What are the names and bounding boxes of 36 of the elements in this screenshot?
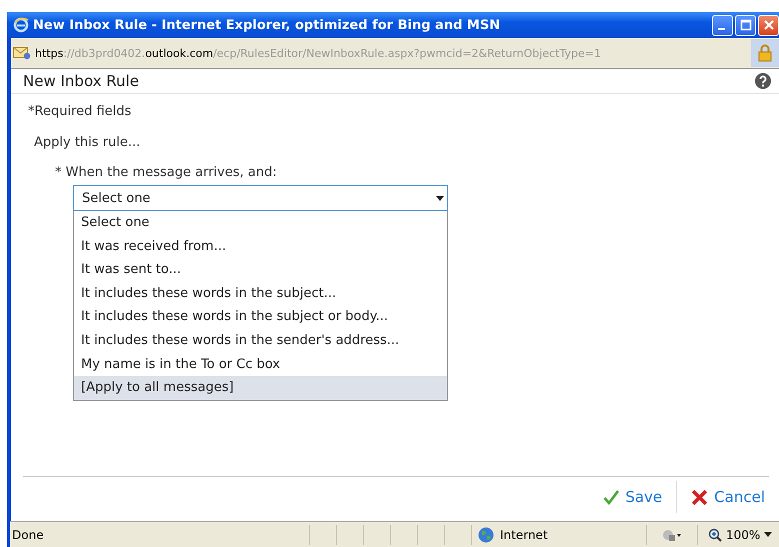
caret-icon bbox=[764, 532, 772, 537]
zoom-button[interactable]: 100% bbox=[697, 524, 772, 544]
padlock-icon bbox=[758, 44, 772, 62]
cross-icon bbox=[691, 488, 708, 506]
dropdown-option[interactable]: Select one bbox=[74, 211, 447, 235]
globe-icon bbox=[478, 526, 494, 542]
caret-icon bbox=[436, 196, 444, 200]
dropdown-option[interactable]: [Apply to all messages] bbox=[74, 376, 447, 400]
section-label: Apply this rule... bbox=[33, 135, 142, 152]
envelope-icon bbox=[13, 46, 31, 60]
maximize-icon bbox=[740, 19, 752, 31]
dropdown-option[interactable]: It was received from... bbox=[74, 234, 447, 258]
cancel-button[interactable]: Cancel bbox=[687, 486, 769, 508]
help-icon[interactable] bbox=[755, 73, 771, 89]
maximize-button[interactable] bbox=[735, 14, 756, 36]
close-button[interactable] bbox=[758, 14, 779, 36]
minimize-button[interactable] bbox=[712, 14, 733, 36]
dropdown-option[interactable]: It was sent to... bbox=[74, 258, 447, 282]
window-title: New Inbox Rule - Internet Explorer, optimized for Bing and MSN bbox=[33, 18, 502, 32]
dropdown-option[interactable]: It includes these words in the subject... bbox=[74, 282, 447, 306]
dropdown-option[interactable]: My name is in the To or Cc box bbox=[74, 352, 447, 376]
save-button[interactable]: Save bbox=[599, 486, 666, 508]
condition-dropdown[interactable]: Select one bbox=[73, 185, 448, 211]
required-note: *Required fields bbox=[28, 104, 132, 121]
checkmark-icon bbox=[603, 489, 620, 505]
dialog-title: New Inbox Rule bbox=[23, 72, 139, 90]
security-zone: Internet bbox=[500, 528, 548, 542]
condition-label: * When the message arrives, and: bbox=[54, 165, 278, 182]
dropdown-option[interactable]: It includes these words in the subject or body... bbox=[74, 305, 447, 329]
minimize-icon bbox=[718, 28, 724, 30]
browser-logo-icon bbox=[13, 17, 29, 33]
lock-globe-icon bbox=[662, 528, 682, 542]
dropdown-option[interactable]: It includes these words in the sender's address... bbox=[74, 328, 447, 353]
close-icon bbox=[762, 19, 774, 31]
status-text: Done bbox=[11, 528, 45, 542]
zoom-icon bbox=[708, 528, 722, 542]
